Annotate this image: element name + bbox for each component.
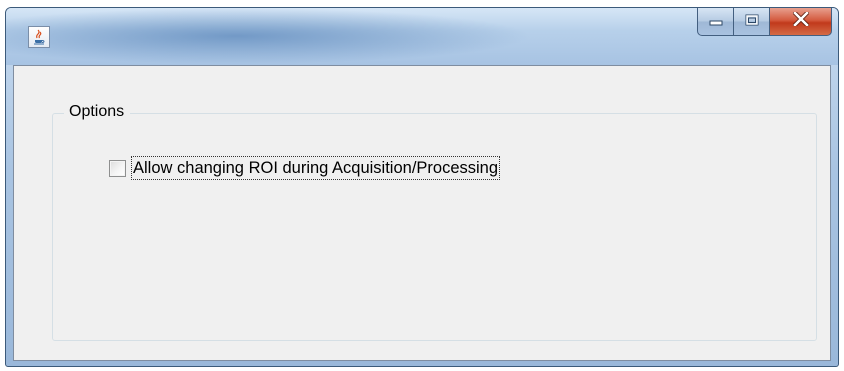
dialog-content: Options Allow changing ROI during Acquis… bbox=[13, 65, 831, 361]
options-groupbox bbox=[52, 113, 817, 341]
dialog-window: Options Allow changing ROI during Acquis… bbox=[5, 7, 839, 367]
allow-roi-change-label[interactable]: Allow changing ROI during Acquisition/Pr… bbox=[130, 156, 501, 180]
allow-roi-change-option[interactable]: Allow changing ROI during Acquisition/Pr… bbox=[109, 156, 501, 180]
minimize-button[interactable] bbox=[697, 8, 734, 36]
close-button[interactable] bbox=[770, 8, 832, 36]
allow-roi-change-checkbox[interactable] bbox=[109, 159, 126, 177]
caption-buttons bbox=[697, 8, 832, 36]
java-cup-icon[interactable] bbox=[28, 26, 50, 48]
close-icon bbox=[791, 10, 810, 31]
options-group-title: Options bbox=[64, 102, 131, 122]
maximize-icon bbox=[745, 13, 759, 31]
minimize-icon bbox=[709, 13, 723, 31]
title-bar[interactable] bbox=[6, 8, 838, 65]
maximize-button[interactable] bbox=[734, 8, 770, 36]
